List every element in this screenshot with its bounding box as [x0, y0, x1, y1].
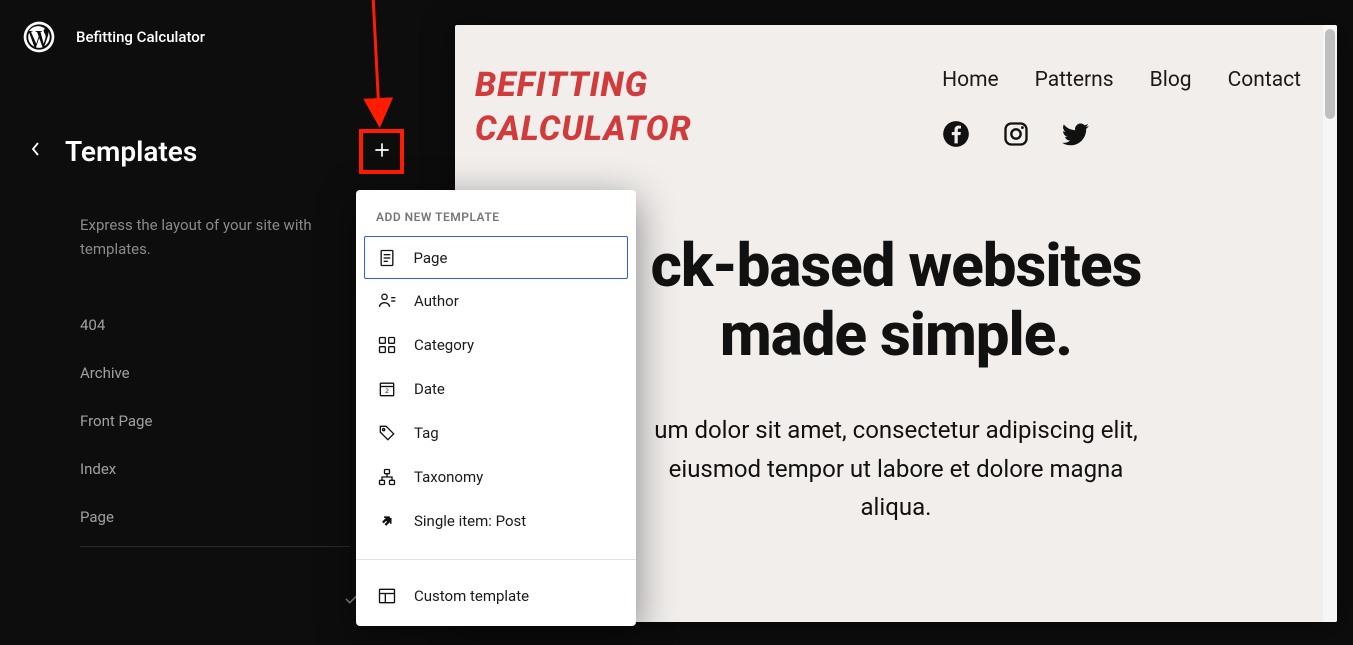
template-item-archive[interactable]: Archive — [80, 349, 350, 397]
scrollbar[interactable] — [1323, 25, 1337, 622]
twitter-icon[interactable] — [1062, 120, 1090, 148]
author-icon — [376, 290, 398, 312]
nav-patterns[interactable]: Patterns — [1035, 68, 1114, 92]
menu-label: Taxonomy — [414, 468, 483, 486]
back-chevron-icon[interactable] — [30, 141, 40, 162]
template-item-404[interactable]: 404 — [80, 301, 350, 349]
nav-home[interactable]: Home — [942, 68, 999, 92]
instagram-icon[interactable] — [1002, 120, 1030, 148]
wordpress-logo[interactable] — [22, 20, 56, 54]
template-list: 404 Archive Front Page Index Page — [80, 301, 350, 547]
template-item-index[interactable]: Index — [80, 445, 350, 493]
menu-label: Custom template — [414, 587, 529, 605]
custom-template-icon — [376, 585, 398, 607]
template-item-front-page[interactable]: Front Page — [80, 397, 350, 445]
menu-label: Tag — [414, 424, 439, 442]
add-template-popover: ADD NEW TEMPLATE Page Author Category 2 … — [356, 190, 636, 626]
add-template-button[interactable] — [359, 129, 404, 174]
tag-icon — [376, 422, 398, 444]
plus-icon — [372, 140, 392, 164]
sidebar-description: Express the layout of your site with tem… — [80, 213, 350, 261]
site-name: Befitting Calculator — [76, 28, 205, 46]
menu-label: Page — [414, 249, 448, 267]
menu-label: Author — [414, 292, 459, 310]
nav-blog[interactable]: Blog — [1150, 68, 1192, 92]
menu-item-custom-template[interactable]: Custom template — [364, 574, 628, 618]
category-icon — [376, 334, 398, 356]
menu-label: Category — [414, 336, 474, 354]
taxonomy-icon — [376, 466, 398, 488]
facebook-icon[interactable] — [942, 120, 970, 148]
menu-label: Single item: Post — [414, 512, 526, 530]
menu-item-category[interactable]: Category — [364, 323, 628, 367]
menu-label: Date — [414, 380, 445, 398]
menu-item-tag[interactable]: Tag — [364, 411, 628, 455]
menu-item-page[interactable]: Page — [364, 236, 628, 279]
page-icon — [376, 247, 398, 269]
sidebar: Templates Express the layout of your sit… — [30, 135, 350, 547]
single-post-icon — [376, 510, 398, 532]
annotation-arrow — [355, 0, 415, 135]
menu-item-date[interactable]: 2 Date — [364, 367, 628, 411]
preview-site-title: BEFITTINGCALCULATOR — [475, 63, 692, 151]
template-item-page[interactable]: Page — [80, 493, 350, 541]
nav-contact[interactable]: Contact — [1228, 68, 1301, 92]
menu-item-author[interactable]: Author — [364, 279, 628, 323]
svg-text:2: 2 — [385, 388, 389, 395]
scrollbar-thumb[interactable] — [1325, 29, 1335, 119]
menu-item-single-post[interactable]: Single item: Post — [364, 499, 628, 543]
menu-item-taxonomy[interactable]: Taxonomy — [364, 455, 628, 499]
date-icon: 2 — [376, 378, 398, 400]
popover-heading: ADD NEW TEMPLATE — [356, 190, 636, 236]
section-title: Templates — [65, 135, 197, 168]
